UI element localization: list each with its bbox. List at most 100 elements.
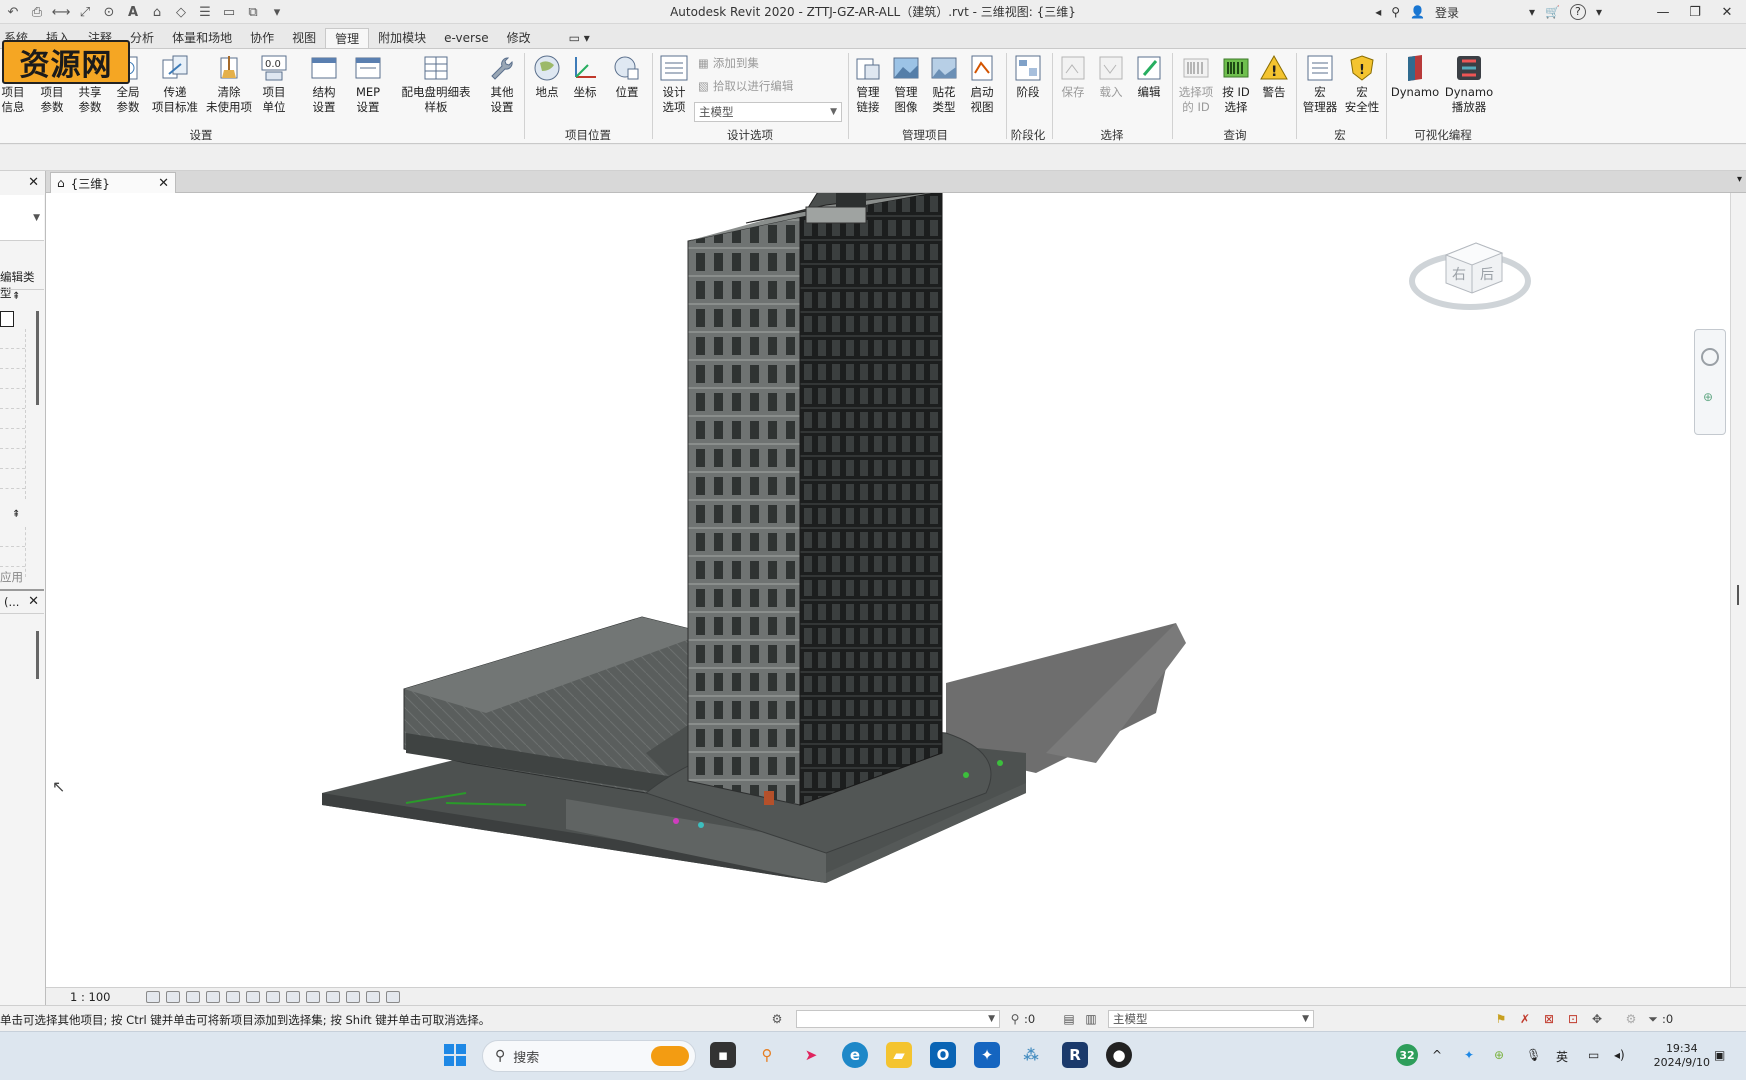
tray-app-icon[interactable]: ✦ [1464,1048,1474,1062]
filter-icon[interactable]: ⏷ [1646,1012,1660,1026]
tab-collaborate[interactable]: 协作 [241,28,283,48]
load-selection-button[interactable]: 载入 [1094,53,1128,100]
properties-scrollbar[interactable] [36,311,39,405]
view-scale[interactable]: 1 : 100 [70,990,140,1004]
edge-browser-icon[interactable]: e [842,1042,868,1068]
minimize-button[interactable]: — [1652,5,1674,20]
filter-select-icon[interactable]: ⚲ [1008,1012,1022,1026]
shadows-icon[interactable] [206,990,220,1003]
view-tab-3d[interactable]: ⌂ {三维} ✕ [50,172,176,193]
cart-icon[interactable]: 🛒 [1545,5,1560,19]
starting-view-button[interactable]: 启动 视图 [964,53,1000,115]
lock-3d-icon[interactable] [286,990,300,1003]
macro-security-button[interactable]: ! 宏 安全性 [1342,53,1382,115]
microphone-icon[interactable]: 🎙 [1526,1048,1541,1062]
volume-icon[interactable]: ◂) [1614,1048,1625,1062]
status-design-option-combo[interactable]: 主模型 ▼ [1108,1010,1314,1028]
location-button[interactable]: 地点 [530,53,564,100]
taskbar-search[interactable]: ⚲ 搜索 [482,1040,696,1072]
tab-massing-site[interactable]: 体量和场地 [163,28,241,48]
vertical-scrollbar[interactable] [1730,193,1746,987]
network-app-icon[interactable]: ⁂ [1018,1042,1044,1068]
save-selection-button[interactable]: 保存 [1056,53,1090,100]
outlook-icon[interactable]: O [930,1042,956,1068]
structural-settings-button[interactable]: 结构 设置 [306,53,342,115]
close-icon[interactable]: ✕ [158,176,169,191]
design-option-combo[interactable]: 主模型 ▼ [694,102,842,122]
drag-elements-icon[interactable]: ✥ [1590,1012,1604,1026]
additional-settings-button[interactable]: 其他 设置 [484,53,520,115]
windows-start-icon[interactable] [442,1042,468,1068]
tab-manage[interactable]: 管理 [325,28,370,48]
browser-scrollbar[interactable] [36,631,39,679]
info-center-arrow-icon[interactable]: ◂ [1375,5,1381,19]
search-app-icon[interactable]: ⚲ [754,1042,780,1068]
position-button[interactable]: 位置 [610,53,644,100]
decal-types-button[interactable]: 贴花 类型 [926,53,962,115]
zoom-icon[interactable]: ⊕ [1703,390,1713,404]
analytical-model-icon[interactable] [366,990,380,1003]
purge-unused-button[interactable]: 清除 未使用项 [202,53,256,115]
notifications-icon[interactable]: ▣ [1714,1048,1725,1062]
system-clock[interactable]: 19:34 2024/9/10 [1654,1042,1710,1070]
property-checkbox[interactable] [0,311,14,327]
design-options-status-icon[interactable]: ▤ [1062,1012,1076,1026]
close-window-button[interactable]: ✕ [1716,5,1738,20]
input-method-indicator[interactable]: 英 [1556,1048,1568,1065]
help-dropdown-icon[interactable]: ▾ [1596,5,1602,19]
render-icon[interactable] [226,990,240,1003]
task-view-icon[interactable]: ▪ [710,1042,736,1068]
scroll-thumb[interactable] [1737,585,1739,605]
show-crop-icon[interactable] [266,990,280,1003]
close-icon[interactable]: ✕ [28,594,39,609]
crop-view-icon[interactable] [246,990,260,1003]
tab-add-ins[interactable]: 附加模块 [369,28,435,48]
collapse-icon[interactable]: ⇞ [12,291,20,302]
notification-badge[interactable]: 32 [1396,1044,1418,1066]
dynamo-player-button[interactable]: Dynamo 播放器 [1444,53,1494,115]
project-units-button[interactable]: 0.0 项目 单位 [256,53,292,115]
type-selector[interactable]: ▼ [0,195,44,241]
macro-manager-button[interactable]: 宏 管理器 [1300,53,1340,115]
edit-selection-button[interactable]: 编辑 [1132,53,1166,100]
user-icon[interactable]: 👤 [1410,5,1425,19]
visual-style-icon[interactable] [166,990,180,1003]
phases-button[interactable]: 阶段 [1010,53,1046,100]
binoculars-icon[interactable]: ⚲ [1391,5,1400,19]
worksets-icon[interactable]: ⚙ [770,1012,784,1026]
file-explorer-icon[interactable]: ▰ [886,1042,912,1068]
tray-green-icon[interactable]: ⊕ [1494,1048,1504,1062]
dynamo-button[interactable]: Dynamo [1390,53,1440,100]
restore-button[interactable]: ❐ [1684,5,1706,20]
panel-schedule-templates-button[interactable]: 配电盘明细表 样板 [396,53,476,115]
tab-modify[interactable]: 修改 [498,28,540,48]
pick-to-edit-button[interactable]: ▧ 拾取以进行编辑 [698,78,793,94]
ribbon-display-toggle[interactable]: ▭ ▾ [560,28,599,48]
pinned-app-icon[interactable]: ✦ [974,1042,1000,1068]
sun-path-icon[interactable] [186,990,200,1003]
manage-images-button[interactable]: 管理 图像 [888,53,924,115]
transfer-project-standards-button[interactable]: 传递 项目标准 [148,53,202,115]
design-options-button[interactable]: 设计 选项 [656,53,692,115]
detail-level-icon[interactable] [146,990,160,1003]
3d-view-canvas[interactable]: 右 后 ⊕ ↖ [46,193,1730,987]
select-pinned-icon[interactable]: ⊠ [1542,1012,1556,1026]
select-by-face-icon[interactable]: ⊡ [1566,1012,1580,1026]
network-icon[interactable]: ▭ [1588,1048,1599,1062]
add-to-set-button[interactable]: ▦ 添加到集 [698,55,759,71]
workset-combo[interactable]: ▼ [796,1010,1000,1028]
coordinates-button[interactable]: 坐标 [568,53,602,100]
select-underlay-icon[interactable]: ✗ [1518,1012,1532,1026]
close-icon[interactable]: ✕ [28,175,39,190]
login-dropdown-icon[interactable]: ▾ [1529,5,1535,19]
pointer-app-icon[interactable]: ➤ [798,1042,824,1068]
tab-view[interactable]: 视图 [283,28,325,48]
manage-links-button[interactable]: 管理 链接 [850,53,886,115]
apply-button[interactable]: 应用 [0,569,23,585]
revit-icon[interactable]: R [1062,1042,1088,1068]
temp-hide-icon[interactable] [306,990,320,1003]
ids-of-selection-button[interactable]: 选择项 的 ID [1176,53,1216,115]
select-links-icon[interactable]: ⚑ [1494,1012,1508,1026]
tab-e-verse[interactable]: e-verse [435,28,497,48]
mep-settings-button[interactable]: MEP 设置 [350,53,386,115]
